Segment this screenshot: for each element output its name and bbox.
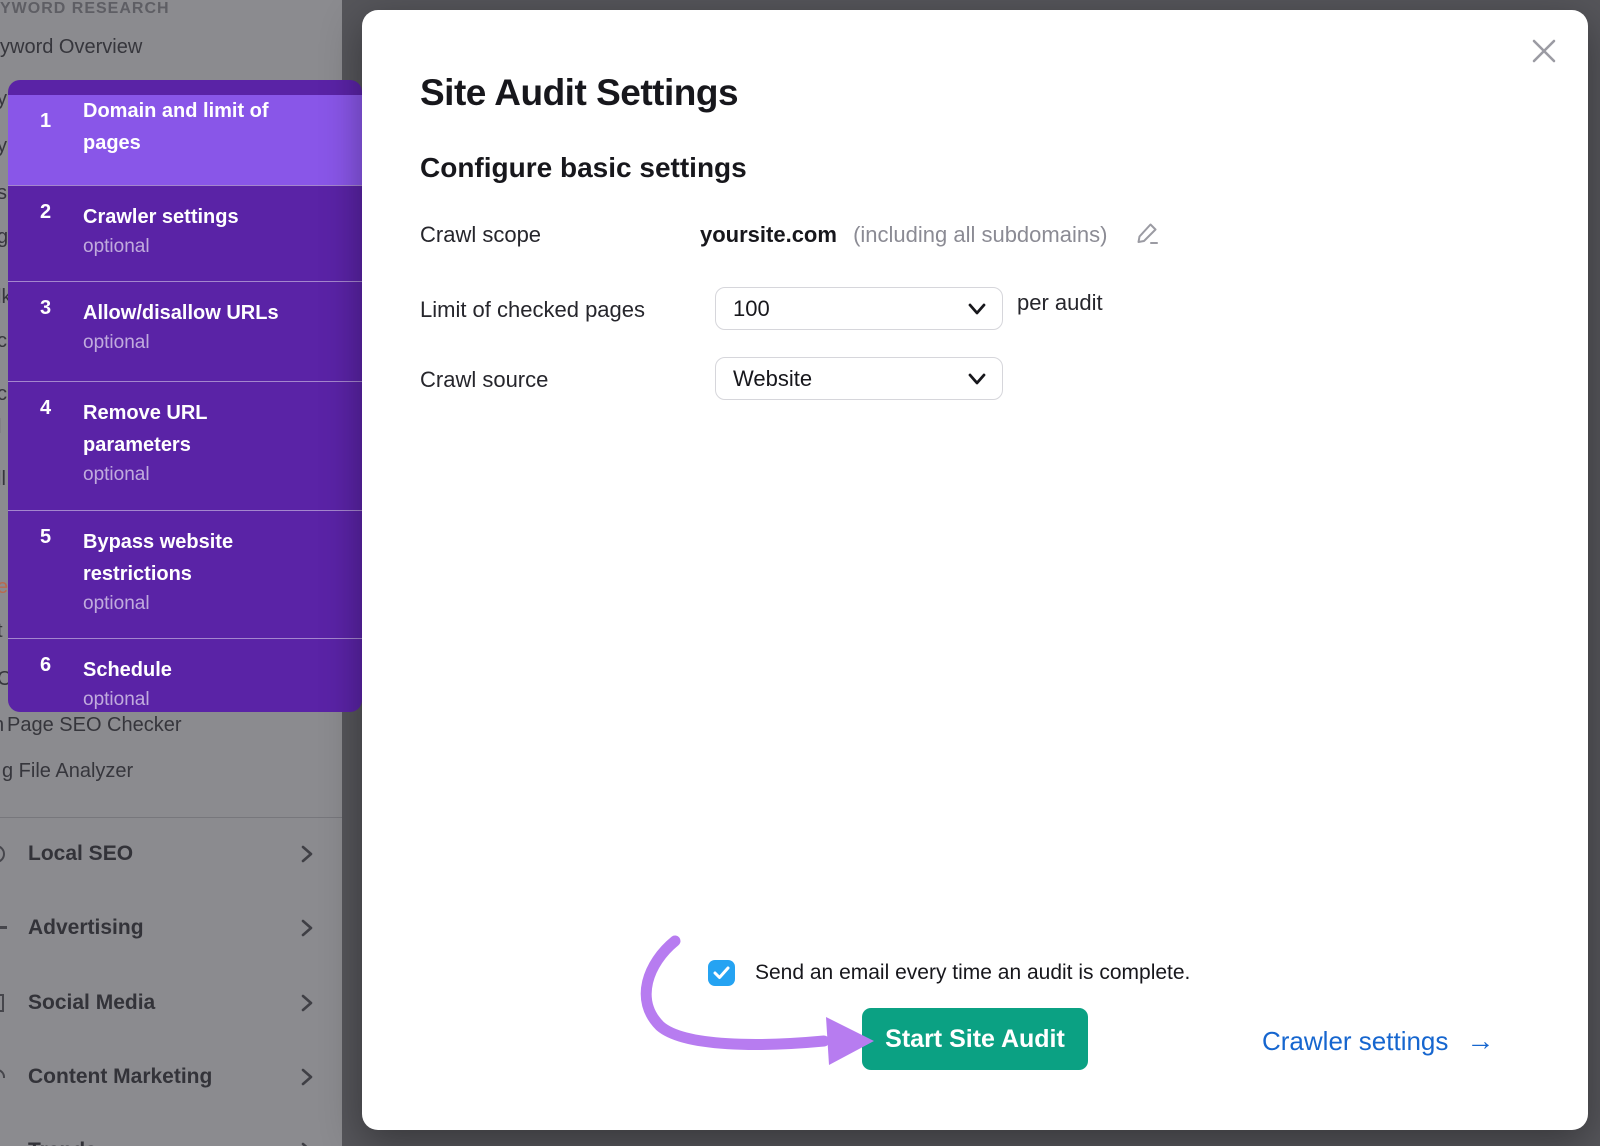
- sidebar-group-header: YWORD RESEARCH: [0, 0, 170, 17]
- chevron-right-icon: [298, 917, 316, 944]
- chevron-down-icon: [967, 371, 987, 392]
- crawler-settings-link[interactable]: Crawler settings →: [1262, 1025, 1494, 1057]
- site-audit-settings-modal: Site Audit Settings Configure basic sett…: [362, 10, 1588, 1130]
- crawl-source-select[interactable]: Website: [715, 357, 1003, 400]
- site-audit-stepper: 1 Domain and limit of pages 2 Crawler se…: [8, 80, 362, 712]
- sidebar-item-fragment: y: [0, 88, 7, 110]
- social-media-icon: [0, 994, 4, 1012]
- limit-label: Limit of checked pages: [420, 297, 646, 322]
- stepper-item-remove-url-parameters[interactable]: 4 Remove URL parameters optional: [8, 381, 362, 510]
- sidebar-item-fragment: c: [0, 330, 7, 352]
- sidebar-item-on-page-seo-checker[interactable]: Page SEO Checker: [7, 714, 182, 737]
- screen: YWORD RESEARCH yword Overview y y s g lk…: [0, 0, 1600, 1146]
- sidebar-item-fragment: ll: [0, 468, 6, 490]
- sidebar-item-fragment: t: [0, 620, 3, 643]
- stepper-item-bypass-website-restrictions[interactable]: 5 Bypass website restrictions optional: [8, 510, 362, 638]
- sidebar-item-fragment: g: [0, 226, 9, 248]
- stepper-item-domain-and-limit[interactable]: 1 Domain and limit of pages: [8, 95, 362, 185]
- sidebar-item-fragment: c: [0, 383, 7, 405]
- advertising-icon: [0, 926, 7, 929]
- sidebar-item-trends[interactable]: Trends: [0, 1133, 342, 1146]
- limit-select[interactable]: 100: [715, 287, 1003, 330]
- content-marketing-icon: [0, 1069, 5, 1078]
- crawl-scope-note: (including all subdomains): [853, 222, 1108, 247]
- crawl-source-label: Crawl source: [420, 367, 549, 392]
- stepper-item-schedule[interactable]: 6 Schedule optional: [8, 638, 362, 712]
- chevron-right-icon: [298, 1066, 316, 1093]
- sidebar-divider: [0, 817, 342, 818]
- stepper-item-crawler-settings[interactable]: 2 Crawler settings optional: [8, 185, 362, 281]
- crawl-scope-value: yoursite.com (including all subdomains): [700, 222, 1107, 248]
- close-button[interactable]: [1528, 35, 1560, 67]
- chevron-down-icon: [967, 301, 987, 322]
- sidebar-item-log-file-analyzer[interactable]: g File Analyzer: [2, 760, 133, 783]
- per-audit-label: per audit: [1017, 290, 1103, 315]
- modal-title: Site Audit Settings: [420, 72, 739, 113]
- sidebar-item-keyword-overview[interactable]: yword Overview: [0, 36, 142, 59]
- sidebar-item-local-seo[interactable]: Local SEO: [0, 836, 342, 872]
- chevron-right-icon: [298, 843, 316, 870]
- close-icon: [1528, 39, 1560, 70]
- chevron-right-icon: [298, 1140, 316, 1146]
- sidebar-item-fragment: s: [0, 182, 7, 204]
- sidebar-item-fragment: l: [0, 416, 1, 439]
- sidebar-item-fragment: y: [0, 135, 7, 157]
- start-site-audit-button[interactable]: Start Site Audit: [862, 1008, 1088, 1070]
- crawl-scope-label: Crawl scope: [420, 222, 542, 247]
- sidebar-item-content-marketing[interactable]: Content Marketing: [0, 1059, 342, 1095]
- sidebar-badge-fragment: e: [0, 576, 9, 598]
- email-notification-row: Send an email every time an audit is com…: [708, 960, 1190, 986]
- chevron-right-icon: [298, 992, 316, 1019]
- sidebar-item-fragment: n: [0, 714, 4, 737]
- section-heading: Configure basic settings: [420, 152, 747, 183]
- email-notification-label: Send an email every time an audit is com…: [755, 961, 1191, 984]
- local-seo-icon: [0, 845, 5, 863]
- sidebar-item-advertising[interactable]: Advertising: [0, 910, 342, 946]
- arrow-right-icon: →: [1466, 1025, 1495, 1056]
- edit-crawl-scope-icon[interactable]: [1134, 220, 1160, 246]
- sidebar-item-social-media[interactable]: Social Media: [0, 985, 342, 1021]
- email-notification-checkbox[interactable]: [708, 960, 735, 986]
- crawl-scope-domain: yoursite.com: [700, 222, 837, 247]
- stepper-item-allow-disallow-urls[interactable]: 3 Allow/disallow URLs optional: [8, 281, 362, 381]
